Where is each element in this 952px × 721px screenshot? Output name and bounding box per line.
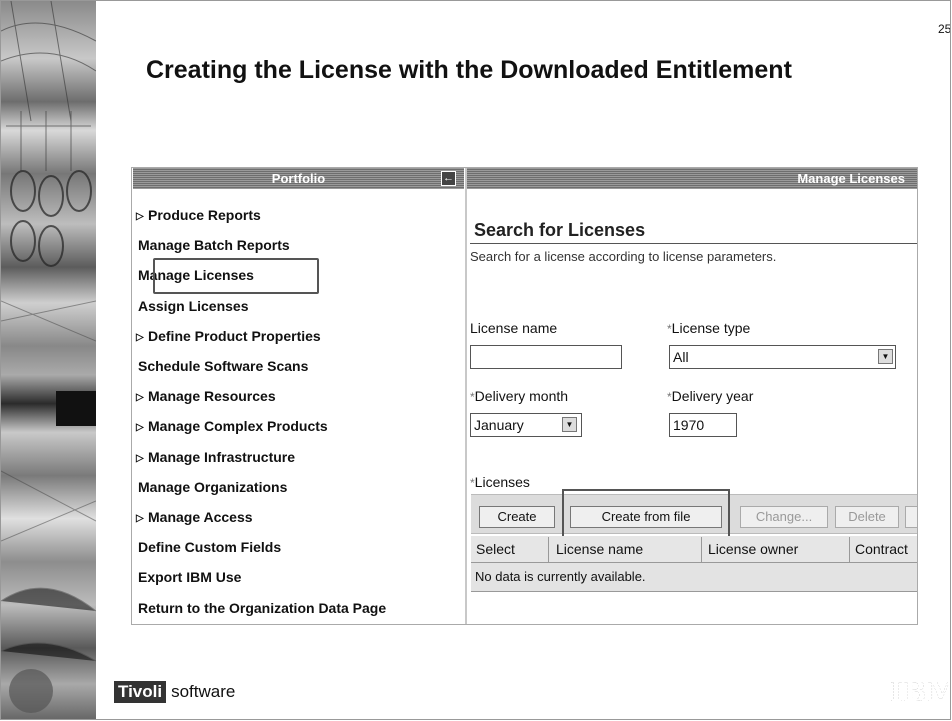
column-select[interactable]: Select [476,541,515,557]
sidebar-item-label: Schedule Software Scans [138,358,309,374]
sidebar-item-label: Manage Resources [148,388,276,405]
sidebar-item-label: Define Product Properties [148,327,321,344]
sidebar-item[interactable]: Define Custom Fields [138,539,281,555]
sidebar-item-label: Define Custom Fields [138,539,282,556]
delivery-year-input[interactable]: 1970 [669,413,737,437]
collapse-arrow-icon[interactable]: ← [441,171,456,186]
delete-button[interactable]: Delete [835,506,899,528]
panel-divider [465,168,467,624]
search-description: Search for a license according to licens… [470,249,777,264]
software-label: software [171,682,236,701]
column-license-name[interactable]: License name [556,541,643,557]
dropdown-arrow-icon[interactable]: ▼ [562,417,577,432]
column-divider [548,537,549,563]
manage-licenses-highlight [153,258,319,294]
delivery-month-value: January [474,417,524,433]
license-type-label: *License type [667,320,751,336]
sidebar-item[interactable]: ▷ Manage Access [136,509,253,525]
more-button[interactable] [905,506,917,528]
create-button[interactable]: Create [479,506,555,528]
sidebar-item-label: Manage Infrastructure [148,448,296,465]
change-button[interactable]: Change... [740,506,828,528]
delivery-year-label: *Delivery year [667,388,754,404]
column-divider [849,537,850,563]
portfolio-title: Portfolio [271,171,326,186]
column-license-owner[interactable]: License owner [708,541,798,557]
sidebar-item-label: Manage Organizations [138,478,288,495]
expand-arrow-icon[interactable]: ▷ [136,422,148,433]
sidebar-item-label: Return to the Organization Data Page [138,599,387,616]
licenses-table-header [471,536,917,563]
sidebar-item-label: Export IBM Use [138,569,242,586]
sidebar-item[interactable]: ▷ Manage Complex Products [136,418,328,434]
sidebar-item[interactable]: Manage Batch Reports [138,237,290,253]
expand-arrow-icon[interactable]: ▷ [136,211,148,222]
column-divider [701,537,702,563]
sidebar-item[interactable]: ▷ Manage Resources [136,388,276,404]
table-empty-message: No data is currently available. [471,563,917,592]
column-contract[interactable]: Contract [855,541,917,557]
tivoli-software-logo: Tivoli software [114,681,235,703]
page-number: 25 [938,22,952,36]
sidebar-item[interactable]: Schedule Software Scans [138,358,308,374]
ibm-logo: IBM [890,677,952,708]
sidebar-item[interactable]: Assign Licenses [138,298,249,314]
sidebar-item[interactable]: ▷ Define Product Properties [136,328,321,344]
tivoli-badge: Tivoli [114,681,167,703]
expand-arrow-icon[interactable]: ▷ [136,513,148,524]
sidebar-item-label: Manage Complex Products [148,418,328,435]
search-title: Search for Licenses [474,220,646,240]
sidebar-item[interactable]: Return to the Organization Data Page [138,600,386,616]
sidebar-item-label: Produce Reports [148,207,261,223]
licenses-label: *Licenses [470,474,530,490]
sidebar-item-label: Assign Licenses [138,297,249,314]
sidebar-item[interactable]: ▷ Manage Infrastructure [136,449,295,465]
delivery-month-select[interactable]: January ▼ [470,413,582,437]
sidebar-item-label: Manage Access [148,509,253,525]
dropdown-arrow-icon[interactable]: ▼ [878,349,893,364]
license-type-select[interactable]: All ▼ [669,345,896,369]
portfolio-header: Portfolio ← [133,168,464,189]
slide-title: Creating the License with the Downloaded… [146,56,792,84]
license-name-label: License name [470,320,558,336]
sidebar-item[interactable]: Manage Organizations [138,479,287,495]
license-type-value: All [673,349,689,365]
expand-arrow-icon[interactable]: ▷ [136,392,148,403]
search-title-rule [470,243,917,244]
decorative-image-strip [1,1,96,720]
expand-arrow-icon[interactable]: ▷ [136,453,148,464]
license-name-input[interactable] [470,345,622,369]
main-header: Manage Licenses [467,168,917,189]
sidebar-item[interactable]: Export IBM Use [138,569,241,585]
expand-arrow-icon[interactable]: ▷ [136,332,148,343]
delivery-month-label: *Delivery month [470,388,569,404]
sidebar-item[interactable]: ▷ Produce Reports [136,207,261,223]
sidebar-item-label: Manage Batch Reports [138,237,290,254]
create-from-file-highlight [562,489,730,540]
